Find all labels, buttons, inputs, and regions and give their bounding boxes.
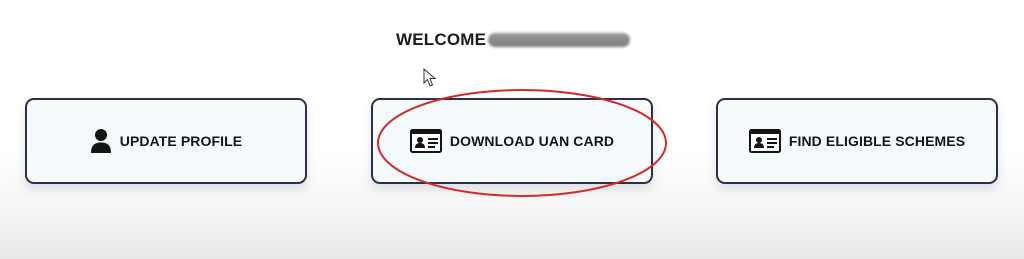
redacted-username: [488, 33, 631, 47]
find-eligible-schemes-button[interactable]: FIND ELIGIBLE SCHEMES: [716, 98, 998, 184]
id-card-icon: [748, 129, 781, 153]
welcome-text: WELCOME: [396, 30, 487, 49]
id-card-icon: [409, 129, 442, 153]
download-uan-card-button[interactable]: DOWNLOAD UAN CARD: [371, 98, 653, 184]
mouse-pointer-icon: [423, 68, 437, 87]
welcome-heading: WELCOME: [396, 29, 631, 51]
find-eligible-schemes-label: FIND ELIGIBLE SCHEMES: [788, 133, 966, 149]
update-profile-button[interactable]: UPDATE PROFILE: [25, 98, 307, 184]
update-profile-label: UPDATE PROFILE: [119, 133, 243, 149]
user-icon: [90, 128, 112, 154]
download-uan-card-label: DOWNLOAD UAN CARD: [449, 133, 615, 149]
